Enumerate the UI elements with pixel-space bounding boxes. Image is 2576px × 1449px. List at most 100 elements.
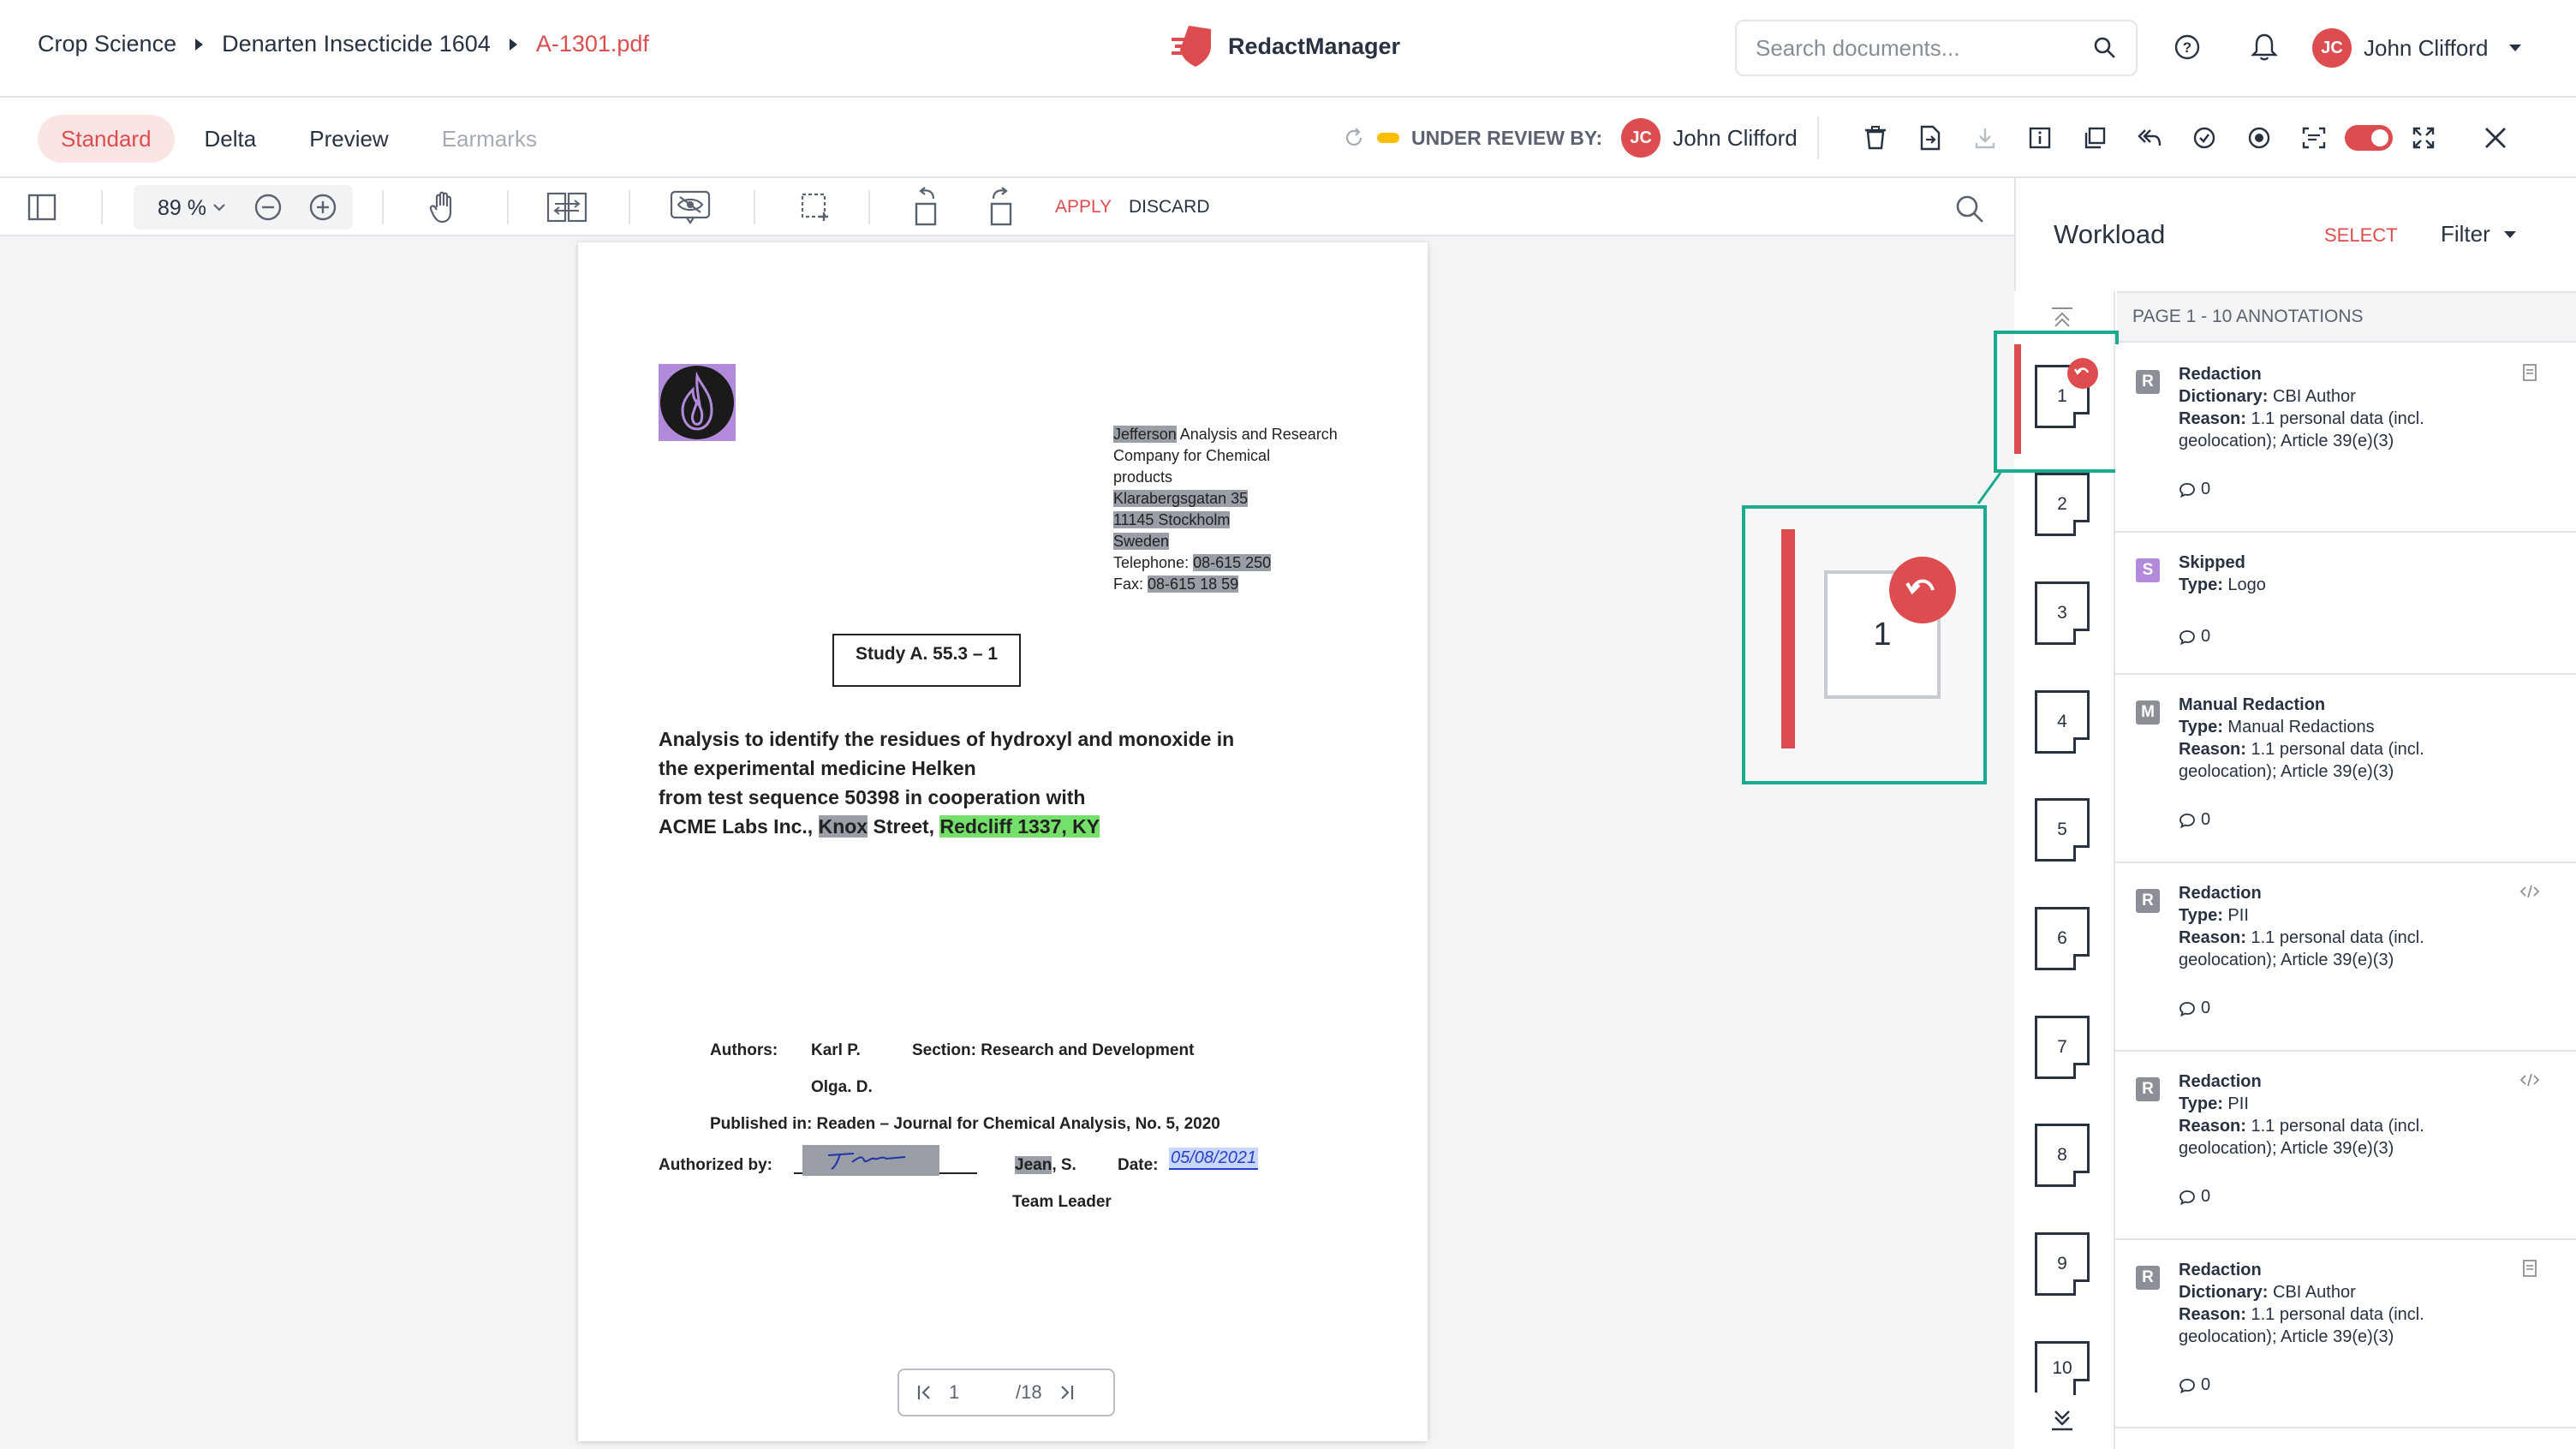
redacted-text[interactable]: 08-615 18 59 (1148, 575, 1239, 593)
delete-icon[interactable] (1848, 116, 1903, 159)
redacted-text[interactable]: Sweden (1113, 533, 1170, 550)
page-annotations-header: PAGE 1 - 10 ANNOTATIONS (2117, 291, 2576, 343)
comment-count[interactable]: 0 (2179, 627, 2210, 647)
redacted-text[interactable]: 11145 Stockholm (1113, 511, 1231, 528)
brand-name: RedactManager (1228, 33, 1401, 59)
redacted-text[interactable]: Knox (818, 815, 868, 838)
comment-count[interactable]: 0 (2179, 480, 2210, 499)
tab-standard[interactable]: Standard (38, 115, 175, 163)
filter-label: Filter (2441, 221, 2490, 247)
annotation-key: Type: (2179, 1094, 2223, 1113)
export-icon[interactable] (1903, 116, 1958, 159)
page-thumbnail-9[interactable]: 9 (2035, 1232, 2090, 1296)
annotation-key: Type: (2179, 575, 2223, 594)
document-icon[interactable] (2521, 363, 2538, 382)
annotation-value: CBI Author (2268, 387, 2356, 406)
page-thumbnail-2[interactable]: 2 (2035, 473, 2090, 536)
rotate-right-icon[interactable] (983, 187, 1014, 226)
zoom-level[interactable]: 89 % (158, 196, 206, 221)
first-page-icon[interactable] (916, 1383, 933, 1402)
hide-redactions-icon[interactable] (670, 190, 711, 224)
annotation-card[interactable]: M Manual Redaction Type: Manual Redactions… (2115, 675, 2576, 863)
copy-icon[interactable] (2067, 116, 2122, 159)
comment-count[interactable]: 0 (2179, 1187, 2210, 1207)
search-input[interactable] (1756, 34, 2081, 62)
undo-icon[interactable] (1889, 557, 1956, 623)
pdf-page[interactable]: Jefferson Analysis and Research Company … (578, 242, 1428, 1441)
page-thumbnail-5[interactable]: 5 (2035, 798, 2090, 862)
filter-dropdown[interactable]: Filter (2441, 221, 2516, 247)
compare-icon[interactable] (546, 192, 587, 223)
discard-button[interactable]: DISCARD (1129, 197, 1210, 218)
study-box: Study A. 55.3 – 1 (832, 634, 1021, 687)
redacted-text[interactable]: Jean (1015, 1156, 1052, 1174)
page-thumbnail-6[interactable]: 6 (2035, 907, 2090, 970)
redacted-signature[interactable] (802, 1145, 939, 1176)
document-icon[interactable] (2521, 1259, 2538, 1278)
help-icon[interactable]: ? (2174, 33, 2201, 61)
comment-count[interactable]: 0 (2179, 999, 2210, 1018)
record-icon[interactable] (2232, 116, 2287, 159)
annotation-card[interactable]: R Redaction Dictionary: CBI Author Reason: … (2115, 1240, 2576, 1428)
tab-preview[interactable]: Preview (286, 115, 411, 163)
search-icon[interactable] (2093, 36, 2117, 60)
bell-icon[interactable] (2251, 33, 2278, 62)
refresh-icon[interactable] (1343, 127, 1365, 149)
annotation-card[interactable]: S Skipped Type: Logo 0 (2115, 533, 2576, 675)
annotation-card[interactable]: R Redaction Dictionary: CBI Author Reason: … (2115, 344, 2576, 533)
rotate-left-icon[interactable] (913, 187, 944, 226)
page-thumbnail-8[interactable]: 8 (2035, 1124, 2090, 1187)
page-thumbnail-3[interactable]: 3 (2035, 581, 2090, 645)
top-header: Crop Science Denarten Insecticide 1604 A… (0, 0, 2576, 98)
scroll-to-bottom-icon[interactable] (2048, 1408, 2076, 1434)
close-icon[interactable] (2468, 116, 2523, 159)
fullscreen-icon[interactable] (2396, 116, 2451, 159)
area-select-icon[interactable] (800, 192, 831, 223)
annotation-type-badge: R (2136, 889, 2160, 913)
search-icon[interactable] (1954, 194, 1985, 224)
undo-all-icon[interactable] (2122, 116, 2177, 159)
page-thumbnail-4[interactable]: 4 (2035, 690, 2090, 754)
divider (1817, 116, 1819, 159)
zoom-out-icon[interactable] (253, 193, 283, 222)
code-icon[interactable] (2519, 1072, 2540, 1088)
page-thumbnail-10[interactable]: 10 (2035, 1341, 2090, 1395)
sidebar-toggle-icon[interactable] (27, 193, 57, 222)
chevron-down-icon[interactable] (212, 202, 226, 212)
ocr-scan-icon[interactable] (2287, 116, 2341, 159)
annotation-card[interactable]: R Redaction Type: PII Reason: 1.1 personal … (2115, 1052, 2576, 1240)
reviewer-name[interactable]: John Clifford (1673, 125, 1798, 152)
tab-earmarks[interactable]: Earmarks (419, 115, 560, 163)
address-line: Fax: (1113, 575, 1148, 593)
annotation-card[interactable]: R Redaction Type: PII Reason: 1.1 personal … (2115, 863, 2576, 1052)
user-menu[interactable]: JC John Clifford (2312, 28, 2521, 68)
info-icon[interactable] (2012, 116, 2067, 159)
page-thumbnail-7[interactable]: 7 (2035, 1016, 2090, 1079)
download-icon[interactable] (1958, 116, 2012, 159)
redaction-toggle[interactable] (2341, 116, 2396, 159)
scroll-to-top-icon[interactable] (2048, 305, 2076, 329)
recommendation-text[interactable]: Redcliff 1337, KY (939, 815, 1100, 838)
code-icon[interactable] (2519, 884, 2540, 899)
breadcrumb-file[interactable]: A-1301.pdf (536, 31, 649, 57)
approve-icon[interactable] (2177, 116, 2232, 159)
annotation-value: Manual Redactions (2222, 718, 2375, 736)
breadcrumb-root[interactable]: Crop Science (38, 31, 176, 57)
view-tabs: Standard Delta Preview Earmarks (38, 115, 567, 163)
handwritten-date[interactable]: 05/08/2021 (1169, 1148, 1259, 1170)
redacted-text[interactable]: Klarabergsgatan 35 (1113, 490, 1249, 507)
redacted-text[interactable]: Jefferson (1113, 426, 1177, 443)
pan-hand-icon[interactable] (428, 190, 459, 224)
apply-button[interactable]: APPLY (1055, 197, 1112, 218)
comment-count[interactable]: 0 (2179, 810, 2210, 830)
brand-logo[interactable]: RedactManager (1170, 24, 1400, 69)
page-number-input[interactable]: 1 (949, 1381, 1000, 1404)
zoom-in-icon[interactable] (308, 193, 337, 222)
last-page-icon[interactable] (1058, 1383, 1075, 1402)
redacted-text[interactable]: 08-615 250 (1193, 554, 1272, 571)
select-button[interactable]: SELECT (2324, 224, 2398, 247)
breadcrumb-dossier[interactable]: Denarten Insecticide 1604 (222, 31, 491, 57)
tab-delta[interactable]: Delta (182, 115, 280, 163)
comment-count[interactable]: 0 (2179, 1375, 2210, 1395)
undo-icon[interactable] (2067, 358, 2098, 389)
